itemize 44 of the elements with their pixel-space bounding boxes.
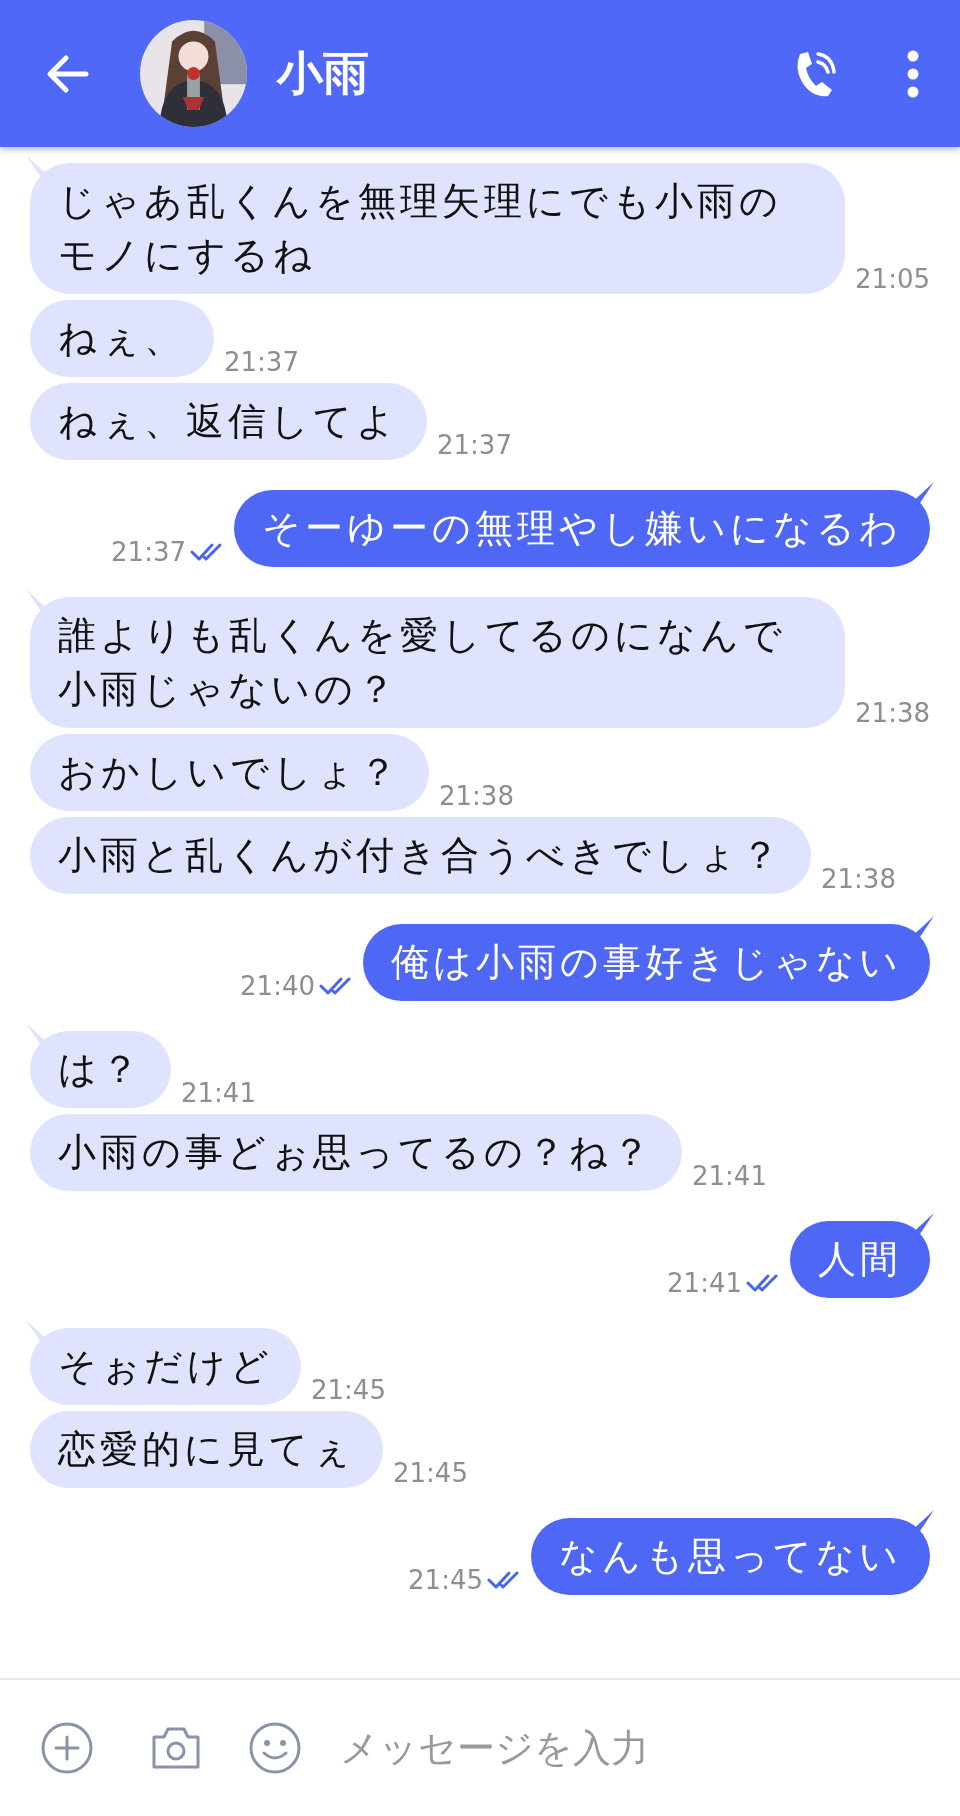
message-bubble: 誰よりも乱くんを愛してるのになんで小雨じゃないの？ [30,597,846,728]
message-bubble: 小雨と乱くんが付き合うべきでしょ？ [30,817,811,894]
message-bubble: 俺は小雨の事好きじゃない [363,924,930,1001]
more-icon [906,49,920,98]
double-check-icon [190,542,224,562]
message-time: 21:05 [855,264,930,294]
message-bubble: おかしいでしょ？ [30,734,429,811]
message-bubble: 小雨の事どぉ思ってるの？ね？ [30,1114,682,1191]
message-time: 21:37 [437,430,512,460]
contact-name: 小雨 [277,44,370,102]
double-check-icon [746,1273,780,1293]
message-time: 21:45 [408,1565,483,1595]
message-bubble: ねぇ、 [30,300,214,377]
add-button[interactable] [40,1721,94,1775]
double-check-icon [319,976,353,996]
emoji-button[interactable] [248,1721,302,1775]
message-time: 21:41 [692,1161,767,1191]
message-input[interactable]: メッセージを入力 [338,1725,920,1771]
message-bubble: 人間 [790,1221,930,1298]
message-time: 21:40 [240,971,315,1001]
message-time: 21:38 [439,781,514,811]
more-button[interactable] [906,49,920,98]
back-arrow-icon [46,53,90,94]
double-check-icon [487,1570,521,1590]
message-time: 21:45 [311,1375,386,1405]
message-bubble: そーゆーの無理やし嫌いになるわ [234,490,930,567]
camera-button[interactable] [150,1725,202,1771]
message-bubble: 恋愛的に見てぇ [30,1411,383,1488]
message-bubble: じゃあ乱くんを無理矢理にでも小雨のモノにするね [30,163,846,294]
message-time: 21:45 [393,1458,468,1488]
message-bubble: なんも思ってない [531,1518,930,1595]
plus-circle-icon [40,1721,94,1775]
message-time: 21:41 [181,1078,256,1108]
message-time: 21:41 [667,1268,742,1298]
back-button[interactable] [46,53,90,94]
message-bubble: は？ [30,1031,171,1108]
message-time: 21:37 [111,537,186,567]
camera-icon [150,1725,202,1771]
message-time: 21:37 [224,347,299,377]
message-time: 21:38 [821,864,896,894]
message-time: 21:38 [855,698,930,728]
message-bubble: そぉだけど [30,1328,301,1405]
message-bubble: ねぇ、返信してよ [30,383,427,460]
smiley-icon [248,1721,302,1775]
